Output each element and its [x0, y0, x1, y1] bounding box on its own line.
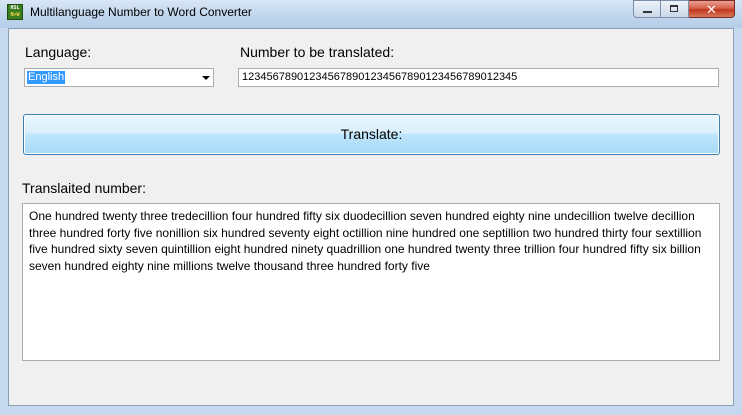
app-window: HSL N>W Multilanguage Number to Word Con… [0, 0, 742, 415]
close-icon: ✕ [706, 2, 717, 17]
client-area: Language: English Number to be translate… [8, 28, 734, 406]
language-selected-value: English [27, 71, 66, 84]
maximize-icon [670, 5, 678, 12]
number-label: Number to be translated: [240, 44, 395, 60]
number-input[interactable]: 1234567890123456789012345678901234567890… [238, 68, 719, 87]
window-title: Multilanguage Number to Word Converter [30, 5, 252, 19]
language-label: Language: [25, 44, 92, 60]
language-select[interactable]: English [24, 68, 214, 87]
translate-button[interactable]: Translate: [23, 114, 720, 155]
chevron-down-icon[interactable] [202, 76, 210, 80]
close-button[interactable]: ✕ [689, 0, 735, 18]
app-icon: HSL N>W [7, 4, 23, 20]
minimize-icon [643, 11, 652, 13]
result-textarea[interactable]: One hundred twenty three tredecillion fo… [22, 203, 720, 361]
result-label: Translaited number: [22, 180, 146, 196]
app-icon-text-bottom: N>W [10, 12, 20, 18]
caption-buttons: ✕ [633, 0, 735, 18]
title-bar[interactable]: HSL N>W Multilanguage Number to Word Con… [0, 0, 742, 28]
app-icon-text-top: HSL [10, 5, 20, 11]
minimize-button[interactable] [633, 0, 661, 18]
maximize-button[interactable] [661, 0, 689, 18]
